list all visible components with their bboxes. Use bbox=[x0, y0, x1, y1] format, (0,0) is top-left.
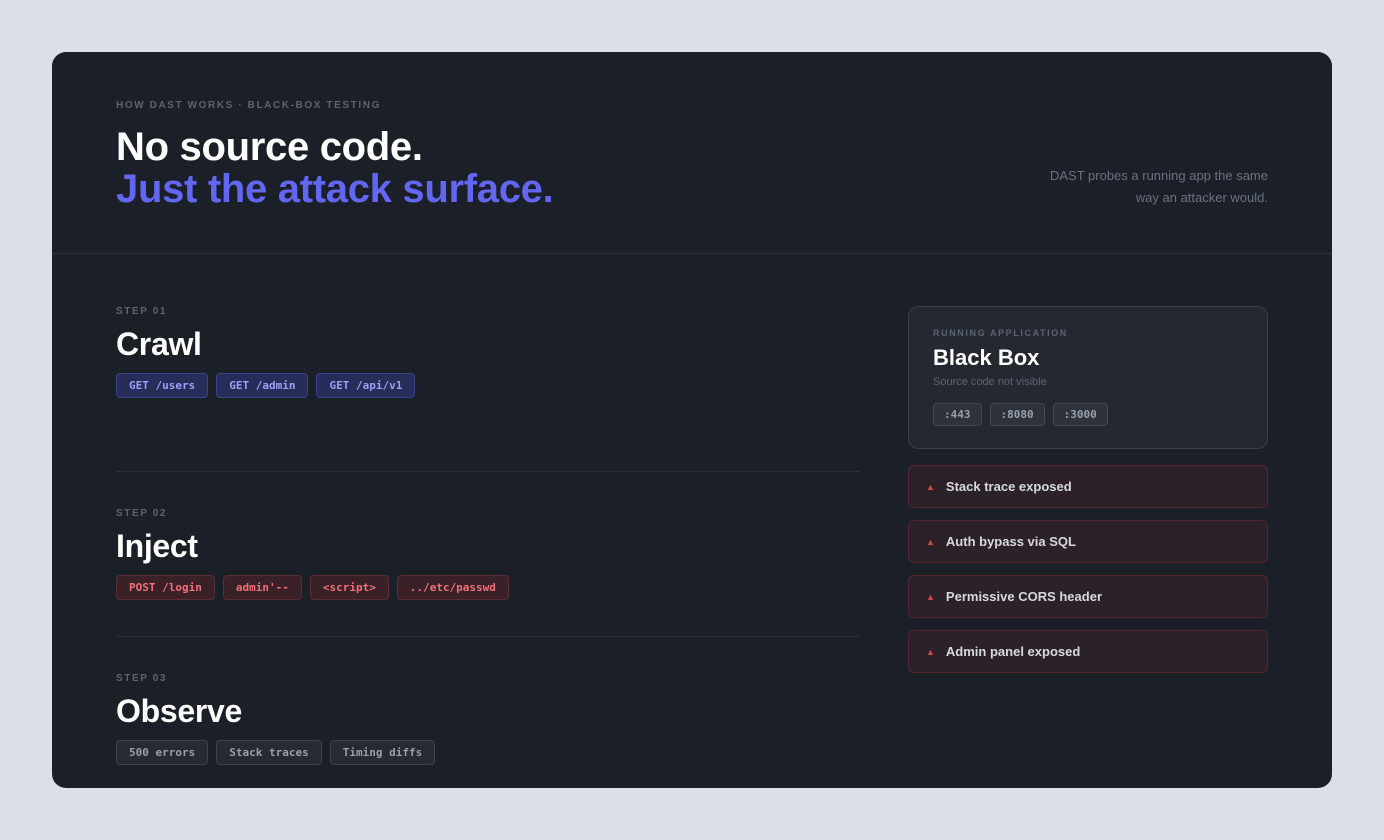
finding-label: Auth bypass via SQL bbox=[945, 534, 1076, 549]
request-chip: GET /users bbox=[116, 373, 209, 398]
step-label: STEP 03 bbox=[116, 673, 168, 684]
step-label: STEP 02 bbox=[116, 508, 168, 519]
step-label: STEP 01 bbox=[116, 306, 168, 317]
payload-chip: ../etc/passwd bbox=[396, 575, 509, 600]
finding-item: ▲ Permissive CORS header bbox=[908, 575, 1268, 618]
step-chips: GET /users GET /admin GET /api/v1 bbox=[116, 373, 416, 398]
warning-triangle-icon: ▲ bbox=[926, 591, 935, 602]
warning-triangle-icon: ▲ bbox=[926, 536, 935, 547]
request-chip: GET /admin bbox=[216, 373, 309, 398]
step-title: Inject bbox=[116, 528, 198, 564]
warning-triangle-icon: ▲ bbox=[926, 646, 935, 657]
finding-item: ▲ Admin panel exposed bbox=[908, 630, 1268, 673]
step-inject: STEP 02 Inject POST /login admin'-- <scr… bbox=[116, 471, 860, 636]
step-observe: STEP 03 Observe 500 errors Stack traces … bbox=[116, 636, 860, 788]
subtext-line-1: DAST probes a running app the same bbox=[1049, 168, 1268, 183]
payload-chip: <script> bbox=[309, 575, 389, 600]
step-title: Crawl bbox=[116, 326, 202, 362]
app-title: Black Box bbox=[933, 345, 1040, 370]
step-crawl: STEP 01 Crawl GET /users GET /admin GET … bbox=[116, 306, 860, 471]
finding-item: ▲ Auth bypass via SQL bbox=[908, 520, 1268, 563]
port-badge: :443 bbox=[933, 403, 982, 426]
finding-label: Admin panel exposed bbox=[945, 644, 1081, 659]
black-box-card: RUNNING APPLICATION Black Box Source cod… bbox=[908, 306, 1268, 449]
port-list: :443 :8080 :3000 bbox=[933, 403, 1108, 426]
finding-label: Stack trace exposed bbox=[945, 479, 1072, 494]
finding-item: ▲ Stack trace exposed bbox=[908, 465, 1268, 508]
title-line-2: Just the attack surface. bbox=[116, 167, 554, 211]
app-subtitle: Source code not visible bbox=[933, 376, 1047, 388]
steps-list: STEP 01 Crawl GET /users GET /admin GET … bbox=[116, 306, 860, 788]
signal-chip: Stack traces bbox=[216, 740, 322, 765]
finding-label: Permissive CORS header bbox=[945, 589, 1102, 604]
header-eyebrow: HOW DAST WORKS · BLACK-BOX TESTING bbox=[116, 100, 381, 111]
title-line-1: No source code. bbox=[116, 125, 423, 169]
payload-chip: POST /login bbox=[116, 575, 215, 600]
app-panel: RUNNING APPLICATION Black Box Source cod… bbox=[908, 306, 1268, 673]
port-badge: :3000 bbox=[1052, 403, 1108, 426]
signal-chip: 500 errors bbox=[116, 740, 209, 765]
dast-card: HOW DAST WORKS · BLACK-BOX TESTING No so… bbox=[52, 52, 1332, 788]
findings-list: ▲ Stack trace exposed ▲ Auth bypass via … bbox=[908, 465, 1268, 673]
step-chips: POST /login admin'-- <script> ../etc/pas… bbox=[116, 575, 509, 600]
header-subtext: DAST probes a running app the same way a… bbox=[1008, 165, 1268, 209]
page-title: No source code. Just the attack surface. bbox=[116, 125, 554, 211]
header: HOW DAST WORKS · BLACK-BOX TESTING No so… bbox=[52, 52, 1332, 254]
step-title: Observe bbox=[116, 693, 242, 729]
subtext-line-2: way an attacker would. bbox=[1135, 190, 1268, 205]
request-chip: GET /api/v1 bbox=[316, 373, 416, 398]
port-badge: :8080 bbox=[989, 403, 1045, 426]
signal-chip: Timing diffs bbox=[329, 740, 436, 765]
app-eyebrow: RUNNING APPLICATION bbox=[933, 328, 1068, 338]
warning-triangle-icon: ▲ bbox=[926, 481, 935, 492]
step-chips: 500 errors Stack traces Timing diffs bbox=[116, 740, 436, 765]
payload-chip: admin'-- bbox=[222, 575, 302, 600]
